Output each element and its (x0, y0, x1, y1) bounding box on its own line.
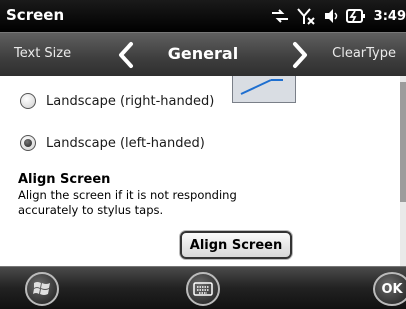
align-screen-button[interactable]: Align Screen (180, 231, 292, 259)
status-icons: 3:49 (270, 6, 406, 26)
tab-cleartype[interactable]: ClearType (332, 46, 396, 61)
battery-charging-icon[interactable] (345, 7, 366, 25)
orientation-preview (232, 76, 296, 103)
status-bar: Screen 3:49 (0, 0, 406, 32)
radio-button[interactable] (20, 135, 36, 151)
bottom-bar: OK (0, 266, 406, 309)
radio-landscape-left[interactable]: Landscape (left-handed) (20, 135, 205, 151)
connectivity-icon[interactable] (270, 7, 290, 25)
scrollbar-thumb[interactable] (400, 82, 406, 202)
keyboard-icon (193, 282, 213, 296)
radio-label: Landscape (left-handed) (46, 135, 205, 151)
clock[interactable]: 3:49 (374, 9, 406, 24)
start-button[interactable] (25, 272, 59, 306)
keyboard-button[interactable] (186, 272, 220, 306)
app-title: Screen (6, 6, 65, 24)
chevron-right-icon[interactable] (290, 41, 310, 69)
radio-button[interactable] (20, 93, 36, 109)
settings-content: Landscape (right-handed) Landscape (left… (0, 76, 406, 266)
radio-label: Landscape (right-handed) (46, 93, 215, 109)
radio-landscape-right[interactable]: Landscape (right-handed) (20, 93, 214, 109)
ok-button[interactable]: OK (373, 272, 406, 306)
volume-icon[interactable] (322, 7, 340, 25)
align-description: Align the screen if it is not responding… (18, 188, 237, 217)
signal-off-icon[interactable] (296, 7, 316, 25)
windows-start-icon (33, 282, 50, 295)
align-heading: Align Screen (18, 172, 111, 187)
settings-tab-strip: Text Size General ClearType (0, 32, 406, 77)
